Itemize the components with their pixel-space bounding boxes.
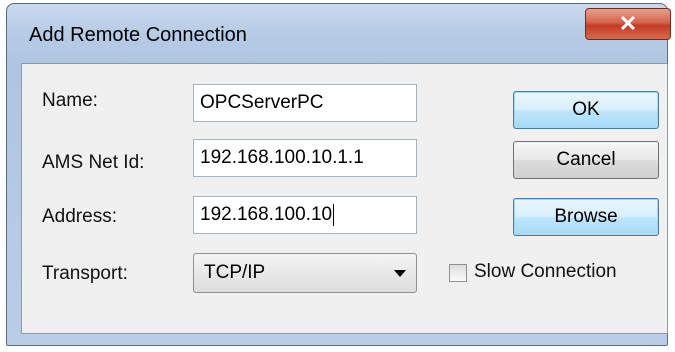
text-caret [333, 204, 335, 226]
address-input[interactable]: 192.168.100.10 [193, 196, 417, 234]
name-label: Name: [42, 90, 98, 111]
ok-button[interactable]: OK [513, 91, 659, 129]
transport-label: Transport: [42, 263, 128, 284]
close-icon: ✕ [618, 11, 638, 36]
ams-net-id-input[interactable]: 192.168.100.10.1.1 [193, 139, 417, 177]
address-value: 192.168.100.10 [200, 204, 333, 225]
ams-net-id-value: 192.168.100.10.1.1 [200, 147, 364, 168]
address-label: Address: [42, 206, 117, 227]
transport-select[interactable]: TCP/IP [193, 253, 417, 293]
name-value: OPCServerPC [200, 92, 324, 113]
dialog-title: Add Remote Connection [29, 24, 247, 46]
dialog-window: Add Remote Connection ✕ Name: OPCServerP… [6, 3, 671, 346]
transport-value: TCP/IP [204, 262, 266, 283]
dialog-body: Name: OPCServerPC AMS Net Id: 192.168.10… [21, 63, 668, 334]
name-input[interactable]: OPCServerPC [193, 84, 417, 122]
cancel-button[interactable]: Cancel [513, 141, 659, 179]
close-button[interactable]: ✕ [585, 8, 671, 40]
slow-connection-checkbox[interactable] [449, 264, 467, 282]
slow-connection-label[interactable]: Slow Connection [474, 261, 617, 283]
ams-net-id-label: AMS Net Id: [42, 152, 145, 173]
chevron-down-icon [394, 270, 406, 277]
browse-button[interactable]: Browse [513, 198, 659, 236]
